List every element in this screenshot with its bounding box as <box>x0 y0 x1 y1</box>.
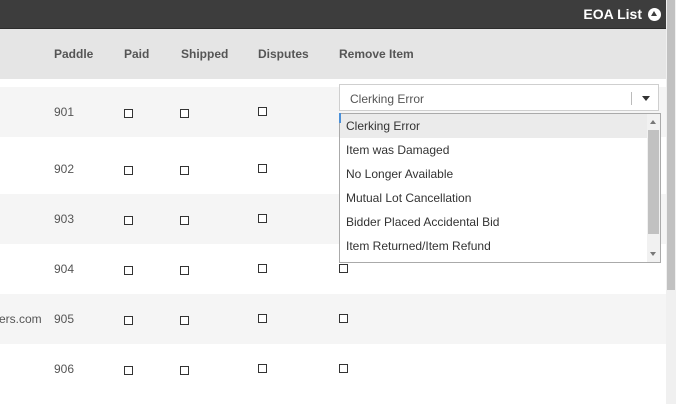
shipped-checkbox[interactable] <box>180 366 189 375</box>
dropdown-option-accidental-bid[interactable]: Bidder Placed Accidental Bid <box>340 210 647 234</box>
paddle-number: 903 <box>54 212 75 226</box>
paid-checkbox[interactable] <box>124 166 133 175</box>
paid-checkbox[interactable] <box>124 266 133 275</box>
remove-item-checkbox[interactable] <box>339 364 348 373</box>
dropdown-option-clerking-error[interactable]: Clerking Error <box>340 114 647 138</box>
focus-indicator <box>339 113 341 123</box>
shipped-checkbox[interactable] <box>180 216 189 225</box>
dropdown-scrollbar-thumb[interactable] <box>648 130 659 234</box>
paddle-number: 901 <box>54 105 75 119</box>
column-header-paddle: Paddle <box>54 47 94 61</box>
disputes-checkbox[interactable] <box>258 164 267 173</box>
remove-item-dropdown: Clerking Error Item was Damaged No Longe… <box>339 113 661 263</box>
shipped-checkbox[interactable] <box>180 266 189 275</box>
column-header-remove-item: Remove Item <box>339 47 414 61</box>
table-header: Paddle Paid Shipped Disputes Remove Item <box>0 29 666 79</box>
scroll-up-arrow-icon[interactable] <box>650 120 656 124</box>
page-scrollbar-thumb[interactable] <box>667 0 675 290</box>
column-header-disputes: Disputes <box>258 47 309 61</box>
shipped-checkbox[interactable] <box>180 166 189 175</box>
eoa-list-title: EOA List <box>583 6 642 22</box>
table-row: ers.com 905 <box>0 294 666 344</box>
paid-checkbox[interactable] <box>124 366 133 375</box>
column-header-paid: Paid <box>124 47 150 61</box>
remove-item-select[interactable]: Clerking Error <box>339 84 659 111</box>
dropdown-option-item-returned-refund[interactable]: Item Returned/Item Refund <box>340 234 647 258</box>
dropdown-option-item-damaged[interactable]: Item was Damaged <box>340 138 647 162</box>
shipped-checkbox[interactable] <box>180 109 189 118</box>
chevron-down-icon[interactable] <box>642 96 650 101</box>
remove-item-checkbox[interactable] <box>339 264 348 273</box>
dropdown-option-mutual-lot-cancellation[interactable]: Mutual Lot Cancellation <box>340 186 647 210</box>
chevron-up-circle-icon[interactable] <box>648 8 661 21</box>
disputes-checkbox[interactable] <box>258 107 267 116</box>
page-scrollbar[interactable] <box>666 0 676 404</box>
eoa-list-bar: EOA List <box>0 0 666 29</box>
paddle-number: 904 <box>54 262 75 276</box>
disputes-checkbox[interactable] <box>258 364 267 373</box>
disputes-checkbox[interactable] <box>258 214 267 223</box>
bidder-email: ers.com <box>0 312 42 326</box>
paid-checkbox[interactable] <box>124 316 133 325</box>
paid-checkbox[interactable] <box>124 109 133 118</box>
dropdown-scrollbar[interactable] <box>647 114 660 262</box>
remove-item-select-value: Clerking Error <box>350 92 425 106</box>
scroll-down-arrow-icon[interactable] <box>650 252 656 256</box>
paddle-number: 905 <box>54 312 75 326</box>
select-divider <box>631 92 632 105</box>
paid-checkbox[interactable] <box>124 216 133 225</box>
paddle-number: 902 <box>54 162 75 176</box>
disputes-checkbox[interactable] <box>258 264 267 273</box>
remove-item-checkbox[interactable] <box>339 314 348 323</box>
column-header-shipped: Shipped <box>181 47 229 61</box>
table-row: 906 <box>0 344 666 394</box>
dropdown-option-no-longer-available[interactable]: No Longer Available <box>340 162 647 186</box>
shipped-checkbox[interactable] <box>180 316 189 325</box>
disputes-checkbox[interactable] <box>258 314 267 323</box>
paddle-number: 906 <box>54 362 75 376</box>
